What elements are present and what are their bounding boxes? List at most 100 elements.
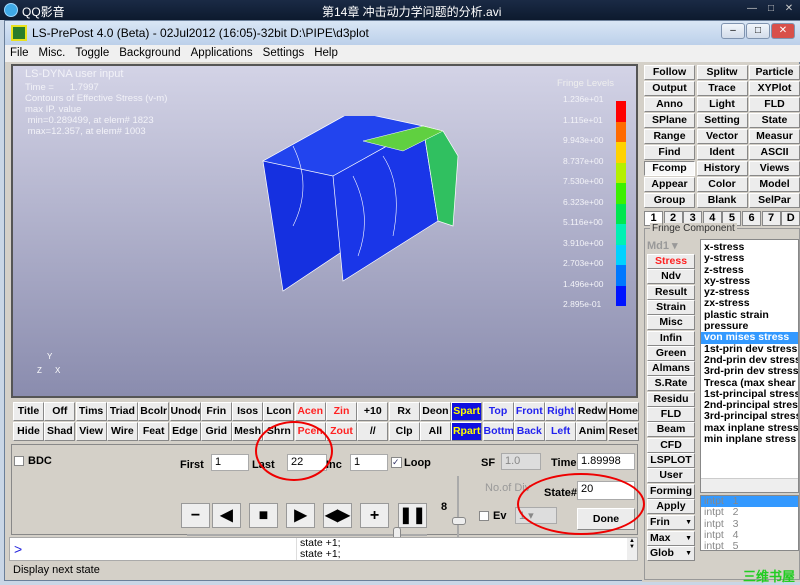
title-button[interactable]: Title [13,402,44,421]
lsplot-button[interactable]: LSPLOT [647,452,695,468]
rx-button[interactable]: Rx [388,402,420,421]
grid-button[interactable]: Grid [200,422,232,441]
state-button[interactable]: State [749,113,800,128]
menu-help[interactable]: Help [309,45,343,59]
inc-input[interactable]: 1 [350,454,388,471]
misc-button[interactable]: Misc [647,315,695,331]
maximize-button[interactable]: □ [746,23,770,39]
s-rate-button[interactable]: S.Rate [647,376,695,392]
xyplot-button[interactable]: XYPlot [749,81,800,96]
hide-button[interactable]: Hide [13,422,44,441]
ascii-button[interactable]: ASCII [749,145,800,160]
zin-button[interactable]: Zin [326,402,357,421]
front-button[interactable]: Front [513,402,545,421]
ident-button[interactable]: Ident [696,145,748,160]
component-list[interactable]: x-stress y-stress z-stress xy-stress yz-stre… [700,239,799,493]
particle-button[interactable]: Particle [749,65,800,80]
redw-button[interactable]: Redw [576,402,608,421]
green-button[interactable]: Green [647,345,695,361]
lcon-button[interactable]: Lcon [263,402,295,421]
views-button[interactable]: Views [749,161,800,176]
strain-button[interactable]: Strain [647,299,695,315]
first-input[interactable]: 1 [211,454,249,471]
color-button[interactable]: Color [696,177,748,192]
fcomp-button[interactable]: Fcomp [644,161,695,176]
component-item[interactable]: 3rd-prin dev stress [701,365,798,377]
shad-button[interactable]: Shad [44,422,76,441]
beam-button[interactable]: Beam [647,422,695,438]
blank-button[interactable]: Blank [696,193,748,208]
ev-checkbox[interactable] [479,511,489,521]
ndv-button[interactable]: Ndv [647,269,695,285]
max-dropdown[interactable]: Max ▼ [647,530,695,546]
setting-button[interactable]: Setting [696,113,748,128]
group-button[interactable]: Group [644,193,695,208]
frin-button[interactable]: Frin [200,402,232,421]
triad-button[interactable]: Triad [106,402,138,421]
component-item[interactable]: min inplane stress [701,433,798,445]
result-button[interactable]: Result [647,284,695,300]
anim-button[interactable]: Anim [576,422,608,441]
anno-button[interactable]: Anno [644,97,695,112]
intpt-list[interactable]: intpt 1 intpt 2 intpt 3 intpt 4 intpt 5 [700,495,799,552]
acen-button[interactable]: Acen [294,402,326,421]
pause-button[interactable]: ❚❚ [398,503,427,528]
close-button[interactable]: ✕ [771,23,795,39]
bounce-button[interactable]: ◀▶ [323,503,352,528]
edge-button[interactable]: Edge [169,422,201,441]
find-button[interactable]: Find [644,145,695,160]
frame-slider[interactable] [187,534,427,536]
selpar-button[interactable]: SelPar [749,193,800,208]
menu-misc[interactable]: Misc. [34,45,71,59]
home-button[interactable]: Home [607,402,639,421]
intpt-item[interactable]: intpt 5 [701,540,798,552]
glob-dropdown[interactable]: Glob ▼ [647,546,695,561]
horizontal-scrollbar[interactable] [701,478,798,492]
graphics-viewport[interactable]: LS-DYNA user input Time = 1.7997 Contours … [11,64,638,398]
command-input[interactable] [32,539,292,559]
loop-checkbox[interactable]: ✓ [391,457,402,468]
splane-button[interactable]: SPlane [644,113,695,128]
menu-applications[interactable]: Applications [186,45,258,59]
stop-button[interactable]: ■ [249,503,278,528]
measur-button[interactable]: Measur [749,129,800,144]
vector-button[interactable]: Vector [696,129,748,144]
menu-toggle[interactable]: Toggle [70,45,114,59]
residu-button[interactable]: Residu [647,391,695,407]
user-button[interactable]: User [647,468,695,484]
trace-button[interactable]: Trace [696,81,748,96]
menu-settings[interactable]: Settings [258,45,310,59]
rpart-button[interactable]: Rpart [451,422,483,441]
range-button[interactable]: Range [644,129,695,144]
isos-button[interactable]: Isos [232,402,264,421]
next-state-button[interactable]: + [360,503,389,528]
output-button[interactable]: Output [644,81,695,96]
speed-slider-handle[interactable] [452,517,466,525]
infin-button[interactable]: Infin [647,330,695,346]
sep-button[interactable]: // [357,422,389,441]
left-button[interactable]: Left [545,422,577,441]
deon-button[interactable]: Deon [419,402,451,421]
menu-background[interactable]: Background [114,45,185,59]
unode-button[interactable]: Unode [169,402,201,421]
history-scrollbar[interactable]: ▲ ▼ [627,538,637,560]
sf-input[interactable]: 1.0 [501,453,541,470]
splitw-button[interactable]: Splitw [696,65,748,80]
apply-button[interactable]: Apply [647,498,695,514]
bcolr-button[interactable]: Bcolr [138,402,170,421]
model-button[interactable]: Model [749,177,800,192]
decrement-button[interactable]: − [181,503,210,528]
qq-maximize-icon[interactable]: □ [764,3,778,16]
forming-button[interactable]: Forming [647,483,695,499]
top-button[interactable]: Top [482,402,514,421]
follow-button[interactable]: Follow [644,65,695,80]
menu-file[interactable]: File [5,45,34,59]
play-backward-button[interactable]: ◀ [212,503,241,528]
tab-d[interactable]: D [781,211,800,226]
spart-button[interactable]: Spart [451,402,483,421]
md-select[interactable]: Md1 ▾ [647,239,695,253]
light-button[interactable]: Light [696,97,748,112]
wire-button[interactable]: Wire [106,422,138,441]
off-button[interactable]: Off [44,402,76,421]
fld-button[interactable]: FLD [749,97,800,112]
